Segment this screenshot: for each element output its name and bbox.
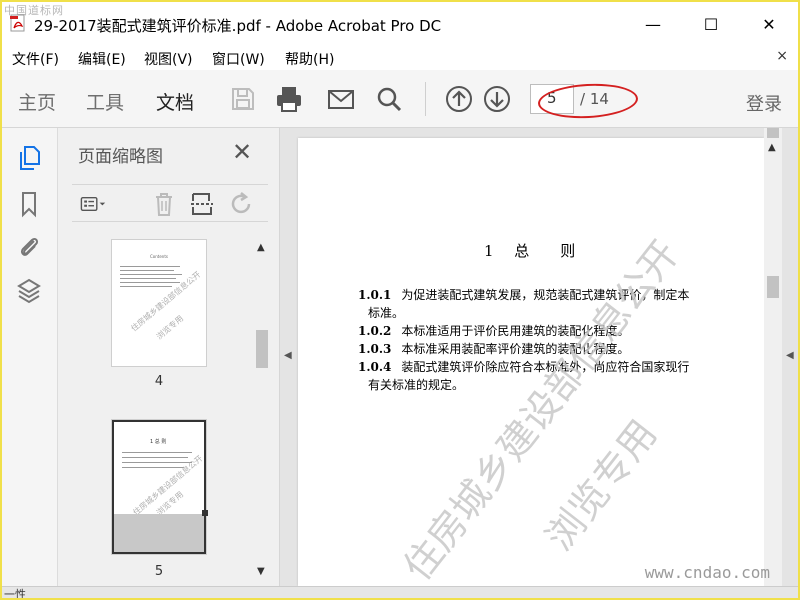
scroll-up-arrow[interactable]: ▲ xyxy=(257,242,265,253)
next-page-icon[interactable] xyxy=(482,84,512,114)
menu-bar: 文件(F) 编辑(E) 视图(V) 窗口(W) 帮助(H) × xyxy=(2,46,798,70)
section-heading: 1 总 则 xyxy=(484,242,584,260)
scroll-thumb[interactable] xyxy=(767,276,779,298)
title-bar: 中国道标网 29-2017装配式建筑评价标准.pdf - Adobe Acrob… xyxy=(2,2,798,46)
bookmark-icon[interactable] xyxy=(16,190,42,218)
minimize-button[interactable]: — xyxy=(638,10,668,38)
menu-edit[interactable]: 编辑(E) xyxy=(78,49,126,69)
collapse-left-panel-arrow[interactable]: ◀ xyxy=(284,350,292,361)
site-watermark: www.cndao.com xyxy=(644,563,770,582)
page-thumbnails-panel: 页面缩略图 ✕ Contents 住房城乡建设部信息公开 浏览专用 4 1 总 … xyxy=(58,128,280,586)
menu-view[interactable]: 视图(V) xyxy=(144,49,193,69)
document-line: 1.0.4 装配式建筑评价除应符合本标准外，尚应符合国家现行 xyxy=(358,360,690,374)
search-icon[interactable] xyxy=(374,84,404,114)
window-title: 29-2017装配式建筑评价标准.pdf - Adobe Acrobat Pro… xyxy=(34,17,442,35)
app-window: 中国道标网 29-2017装配式建筑评价标准.pdf - Adobe Acrob… xyxy=(2,2,798,598)
main-toolbar: 主页 工具 文档 5 / 14 登录 xyxy=(2,70,798,131)
print-icon[interactable] xyxy=(274,84,304,114)
status-text: 一性 xyxy=(4,588,26,598)
tab-document[interactable]: 文档 xyxy=(156,88,195,131)
thumbnail-heading: Contents xyxy=(150,254,168,259)
document-line: 有关标准的规定。 xyxy=(368,378,465,392)
thumbnail-list[interactable]: Contents 住房城乡建设部信息公开 浏览专用 4 1 总 则 住房城乡建设… xyxy=(72,228,266,578)
scroll-thumb[interactable] xyxy=(256,330,268,368)
thumbnail-view-region[interactable] xyxy=(114,514,204,552)
delete-page-icon[interactable] xyxy=(150,191,178,217)
document-viewer[interactable]: ◀ 1 总 则 1.0.1 为促进装配式建筑发展，规范装配式建筑评价，制定本 标准… xyxy=(280,128,798,586)
scroll-down-arrow[interactable]: ▼ xyxy=(257,566,265,577)
panel-toolbar xyxy=(72,184,268,222)
email-icon[interactable] xyxy=(326,84,356,114)
maximize-button[interactable]: ☐ xyxy=(696,10,726,38)
tab-home[interactable]: 主页 xyxy=(18,88,56,115)
scroll-up-arrow[interactable]: ▲ xyxy=(768,142,776,153)
toolbar-separator xyxy=(425,82,426,116)
pdf-page: 1 总 则 1.0.1 为促进装配式建筑发展，规范装配式建筑评价，制定本 标准。 … xyxy=(298,138,764,586)
view-region-handle[interactable] xyxy=(202,510,208,516)
thumbnail-scrollbar[interactable]: ▲ ▼ xyxy=(254,240,270,584)
extract-page-icon[interactable] xyxy=(188,191,216,217)
thumbnail-heading: 1 总 则 xyxy=(150,439,167,445)
close-window-button[interactable]: ✕ xyxy=(754,10,784,38)
tab-tools[interactable]: 工具 xyxy=(86,88,124,115)
document-scrollbar[interactable]: ▲ xyxy=(764,128,782,586)
thumbnail-label: 4 xyxy=(154,374,164,389)
thumbnail-page-4[interactable]: Contents 住房城乡建设部信息公开 浏览专用 xyxy=(112,240,206,366)
thumbnail-options-icon[interactable] xyxy=(80,191,108,217)
login-link[interactable]: 登录 xyxy=(746,90,782,116)
scroll-top-block xyxy=(767,128,779,138)
left-navigation-rail xyxy=(2,128,58,586)
menu-help[interactable]: 帮助(H) xyxy=(285,49,334,69)
thumbnail-label: 5 xyxy=(154,564,164,578)
page-thumbnails-icon[interactable] xyxy=(16,144,42,172)
pdf-file-icon xyxy=(10,14,25,32)
status-bar: 一性 xyxy=(2,586,798,598)
document-line: 标准。 xyxy=(368,306,405,320)
menu-window[interactable]: 窗口(W) xyxy=(212,49,265,69)
close-document-button[interactable]: × xyxy=(776,48,788,64)
thumbnail-watermark-2: 浏览专用 xyxy=(154,313,186,342)
menu-file[interactable]: 文件(F) xyxy=(12,49,59,69)
attachment-icon[interactable] xyxy=(16,232,42,260)
panel-title: 页面缩略图 xyxy=(78,147,163,167)
close-panel-icon[interactable]: ✕ xyxy=(232,138,252,166)
layers-icon[interactable] xyxy=(16,276,42,304)
rotate-page-icon[interactable] xyxy=(228,191,256,217)
thumbnail-page-5[interactable]: 1 总 则 住房城乡建设部信息公开 浏览专用 xyxy=(112,420,208,554)
expand-right-panel-arrow[interactable]: ◀ xyxy=(786,350,794,361)
save-icon[interactable] xyxy=(228,84,258,114)
previous-page-icon[interactable] xyxy=(444,84,474,114)
